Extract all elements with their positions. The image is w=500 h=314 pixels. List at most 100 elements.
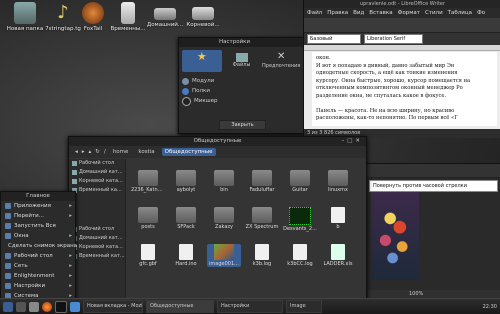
clock[interactable]: 22:30 [483, 304, 497, 310]
sidebar-item[interactable]: Временный ка... [69, 186, 125, 195]
file-item[interactable]: b [321, 207, 355, 230]
settings-item-shelves[interactable]: Полки [182, 86, 252, 96]
forward-icon[interactable]: ▸ [82, 149, 85, 155]
chevron-right-icon: ▸ [69, 283, 72, 289]
menu-item-run[interactable]: Запустить Вся [1, 221, 75, 231]
folder-icon [252, 170, 272, 186]
path-separator: / [103, 149, 106, 155]
tab-main[interactable]: ★ [182, 50, 222, 72]
style-combo[interactable]: Базовый [307, 34, 361, 44]
rotate-ccw-button[interactable]: Повернуть против часовой стрелки [369, 180, 498, 192]
home-icon [72, 170, 77, 175]
font-combo[interactable]: Liberation Serif [364, 34, 423, 44]
writer-titlebar[interactable]: upravlenie.odt - LibreOffice Writer [304, 0, 500, 8]
goto-icon [5, 213, 11, 219]
menu-item-windows[interactable]: Окна ▸ [1, 231, 75, 241]
tab-preferences[interactable]: ✕ Предпочтения [261, 50, 301, 72]
up-icon[interactable]: ▴ [89, 149, 92, 155]
file-grid: 2236_Katno... aybolyt bin Faduluffar Gui… [131, 165, 363, 296]
file-item[interactable]: Faduluffar [245, 170, 279, 193]
writer-toolbar [304, 18, 500, 33]
sidebar-item[interactable]: Временный кат... [69, 252, 125, 261]
file-item[interactable]: k3bCC.log [283, 244, 317, 267]
file-item[interactable]: Guitar [283, 170, 317, 193]
file-item[interactable]: 2236_Katno... [131, 170, 165, 193]
file-item[interactable]: linuxmx [321, 170, 355, 193]
file-item[interactable]: aybolyt [169, 170, 203, 193]
file-item[interactable]: gfc.gbf [131, 244, 165, 267]
menu-item-goto[interactable]: Перейти... ▸ [1, 211, 75, 221]
sidebar-item[interactable]: Корневой ката... [69, 177, 125, 186]
chevron-right-icon: ▸ [69, 203, 72, 209]
desktop-icon-label: Корневой... [186, 22, 220, 28]
settings-titlebar[interactable]: Настройки [179, 38, 304, 47]
file-item[interactable]: Desvants_2... [283, 207, 317, 232]
menu-item-applications[interactable]: Приложения ▸ [1, 201, 75, 211]
file-item[interactable]: SFPack [169, 207, 203, 230]
settings-item-modules[interactable]: Модули [182, 76, 252, 86]
file-item[interactable]: Zakazy [207, 207, 241, 230]
sidebar-item[interactable]: Домашний кат... [69, 168, 125, 177]
shelves-icon [182, 87, 189, 95]
document-page[interactable]: окон. И вот я попадаю в дивный, давно за… [312, 52, 497, 126]
task-image[interactable]: Image [286, 300, 322, 313]
file-item-selected[interactable]: image001... [207, 244, 241, 267]
sidebar-item[interactable]: Корневой ката... [69, 243, 125, 252]
file-item[interactable]: ZX Spectrum [245, 207, 279, 230]
settings-item-mixer[interactable]: Микшер [182, 96, 252, 106]
folder-icon [138, 170, 158, 186]
file-name: gfc.gbf [139, 261, 157, 267]
menu-format[interactable]: Формат [398, 8, 420, 18]
sidebar-item[interactable]: Рабочий стол [69, 159, 125, 168]
crumb-home[interactable]: home [110, 148, 132, 156]
close-icon[interactable]: ✕ [355, 138, 363, 144]
start-menu-icon[interactable] [3, 301, 13, 312]
writer-icon[interactable] [70, 301, 80, 312]
sidebar-item[interactable]: Рабочий стол [69, 225, 125, 234]
menu-item-desktop[interactable]: Рабочий стол ▸ [1, 251, 75, 261]
task-firefox[interactable]: Новая вкладка - Mozilla Firefox [83, 300, 143, 313]
task-file-manager[interactable]: Общедоступные [146, 300, 214, 313]
file-item[interactable]: bin [207, 170, 241, 193]
crumb-user[interactable]: kostia [135, 148, 157, 156]
zoom-level[interactable]: 100% [409, 291, 423, 297]
sidebar-item-label: Рабочий стол [79, 226, 115, 232]
viewer-toolbar [366, 164, 500, 178]
file-item[interactable]: k3b.log [245, 244, 279, 267]
menu-styles[interactable]: Стили [425, 8, 443, 18]
back-icon[interactable]: ◂ [75, 149, 78, 155]
refresh-icon[interactable]: ↻ [95, 149, 100, 155]
sidebar-item-label: Домашний кат... [79, 169, 123, 175]
menu-item-screenshot[interactable]: Сделать снимок экрана [1, 241, 78, 251]
file-name: 2236_Katno... [131, 187, 165, 193]
task-settings[interactable]: Настройки [217, 300, 283, 313]
terminal-icon[interactable] [55, 300, 67, 313]
file-item[interactable]: posts [131, 207, 165, 230]
file-item[interactable]: LADDER.xls [321, 244, 355, 267]
menu-item-network[interactable]: Сеть ▸ [1, 261, 75, 271]
menu-edit[interactable]: Правка [327, 8, 348, 18]
file-manager-titlebar[interactable]: Общедоступные –□✕ [69, 137, 366, 146]
menu-item-label: Сделать снимок экрана [8, 243, 78, 249]
menu-form[interactable]: Фо [477, 8, 485, 18]
tab-label: Файлы [232, 62, 251, 68]
document-icon [141, 244, 155, 260]
tab-files[interactable]: Файлы [222, 50, 262, 72]
files-icon[interactable] [29, 301, 39, 312]
menu-item-enlightenment[interactable]: Enlightenment ▸ [1, 271, 75, 281]
sidebar-item[interactable]: Домашний кат... [69, 234, 125, 243]
crumb-current[interactable]: Общедоступные [161, 148, 216, 156]
desktop-icon-root[interactable]: Корневой... [178, 2, 228, 28]
menu-file[interactable]: Файл [307, 8, 322, 18]
firefox-icon[interactable] [42, 301, 52, 312]
sidebar-item-label: Рабочий стол [79, 160, 115, 166]
menu-insert[interactable]: Вставка [369, 8, 392, 18]
folder-icon [138, 207, 158, 223]
menu-item-settings[interactable]: Настройки ▸ [1, 281, 75, 291]
pager-icon[interactable] [16, 301, 26, 312]
menu-table[interactable]: Таблица [448, 8, 472, 18]
file-item[interactable]: Hard.ino [169, 244, 203, 267]
menu-header: Главное [1, 192, 75, 201]
close-button[interactable]: Закрыть [219, 120, 266, 130]
menu-view[interactable]: Вид [353, 8, 364, 18]
